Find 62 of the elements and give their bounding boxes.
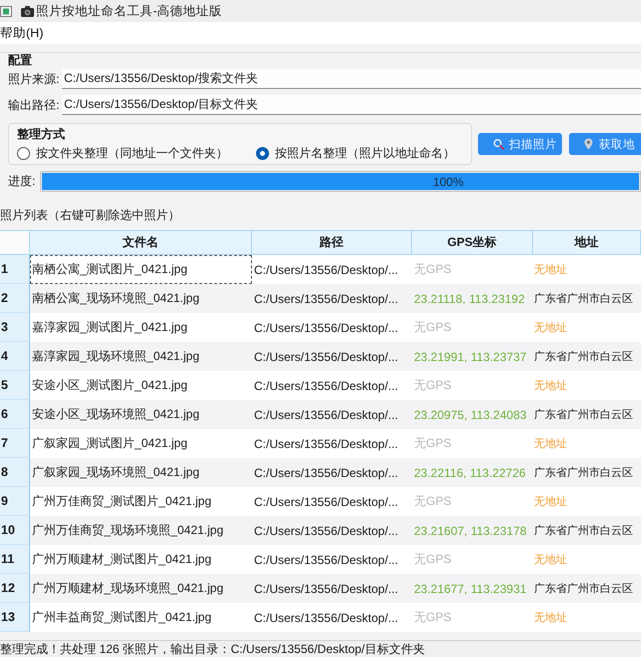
file-name-cell: 广州万顺建材_测试图片_0421.jpg <box>30 545 252 574</box>
field-label: 输出路径: <box>7 96 60 114</box>
file-name-cell: 南栖公寓_测试图片_0421.jpg <box>30 255 252 284</box>
pin-icon <box>583 138 594 150</box>
column-header: 路径 <box>252 230 412 255</box>
gps-cell: 无GPS <box>412 255 533 284</box>
path-field[interactable]: C:/Users/13556/Desktop/目标文件夹 <box>62 95 641 115</box>
address-cell: 无地址 <box>533 255 641 284</box>
row-number: 6 <box>0 400 30 429</box>
row-number: 11 <box>0 545 30 574</box>
address-cell: 无地址 <box>533 371 641 400</box>
address-cell: 无地址 <box>533 313 641 342</box>
radio-option[interactable]: 按文件夹整理（同地址一个文件夹） <box>17 145 228 162</box>
path-field[interactable]: C:/Users/13556/Desktop/搜索文件夹 <box>62 69 641 89</box>
group-title: 整理方式 <box>17 127 65 141</box>
path-cell: C:/Users/13556/Desktop/... <box>252 371 412 400</box>
list-title: 照片列表（右键可剔除选中照片） <box>0 207 181 223</box>
gps-cell: 无GPS <box>412 313 533 342</box>
path-cell: C:/Users/13556/Desktop/... <box>252 429 412 458</box>
column-header: 地址 <box>533 230 641 255</box>
gps-cell: 无GPS <box>412 487 533 516</box>
path-cell: C:/Users/13556/Desktop/... <box>252 313 412 342</box>
file-name-cell: 广州丰益商贸_测试图片_0421.jpg <box>30 603 252 632</box>
gps-cell: 无GPS <box>412 603 533 632</box>
path-cell: C:/Users/13556/Desktop/... <box>252 545 412 574</box>
row-number: 10 <box>0 516 30 545</box>
row-number: 8 <box>0 458 30 487</box>
address-cell: 无地址 <box>533 429 641 458</box>
radio-option[interactable]: 按照片名整理（照片以地址命名） <box>256 145 455 162</box>
progress-reading: 100% <box>432 174 464 188</box>
search-icon <box>493 138 504 150</box>
progress-label: 进度: <box>7 173 36 190</box>
address-cell: 无地址 <box>533 487 641 516</box>
window-title: 照片按地址命名工具-高德地址版 <box>36 2 222 20</box>
field-label: 照片来源: <box>7 70 60 88</box>
file-name-cell: 安途小区_测试图片_0421.jpg <box>30 371 252 400</box>
file-name-cell: 广叙家园_测试图片_0421.jpg <box>30 429 252 458</box>
row-number: 1 <box>0 255 30 284</box>
row-number: 2 <box>0 284 30 313</box>
row-number: 13 <box>0 603 30 632</box>
path-cell: C:/Users/13556/Desktop/... <box>252 487 412 516</box>
file-name-cell: 广州万佳商贸_测试图片_0421.jpg <box>30 487 252 516</box>
section-title: 配置 <box>7 53 32 67</box>
gps-cell: 无GPS <box>412 545 533 574</box>
column-header: 文件名 <box>30 230 252 255</box>
path-cell: C:/Users/13556/Desktop/... <box>252 255 412 284</box>
row-number: 12 <box>0 574 30 603</box>
row-number: 5 <box>0 371 30 400</box>
address-cell: 无地址 <box>533 603 641 632</box>
camera-icon <box>21 6 34 16</box>
row-number: 3 <box>0 313 30 342</box>
menu-item[interactable]: 帮助(H) <box>0 24 44 42</box>
row-number: 9 <box>0 487 30 516</box>
row-number: 7 <box>0 429 30 458</box>
address-cell: 无地址 <box>533 545 641 574</box>
path-cell: C:/Users/13556/Desktop/... <box>252 603 412 632</box>
status-bar: 整理完成！共处理 126 张照片，输出目录：C:/Users/13556/Desktop/目标文件夹 <box>0 640 641 657</box>
column-header: GPS坐标 <box>412 230 533 255</box>
row-number: 4 <box>0 342 30 371</box>
gps-cell: 无GPS <box>412 371 533 400</box>
file-name-cell: 嘉淳家园_测试图片_0421.jpg <box>30 313 252 342</box>
gps-cell: 无GPS <box>412 429 533 458</box>
